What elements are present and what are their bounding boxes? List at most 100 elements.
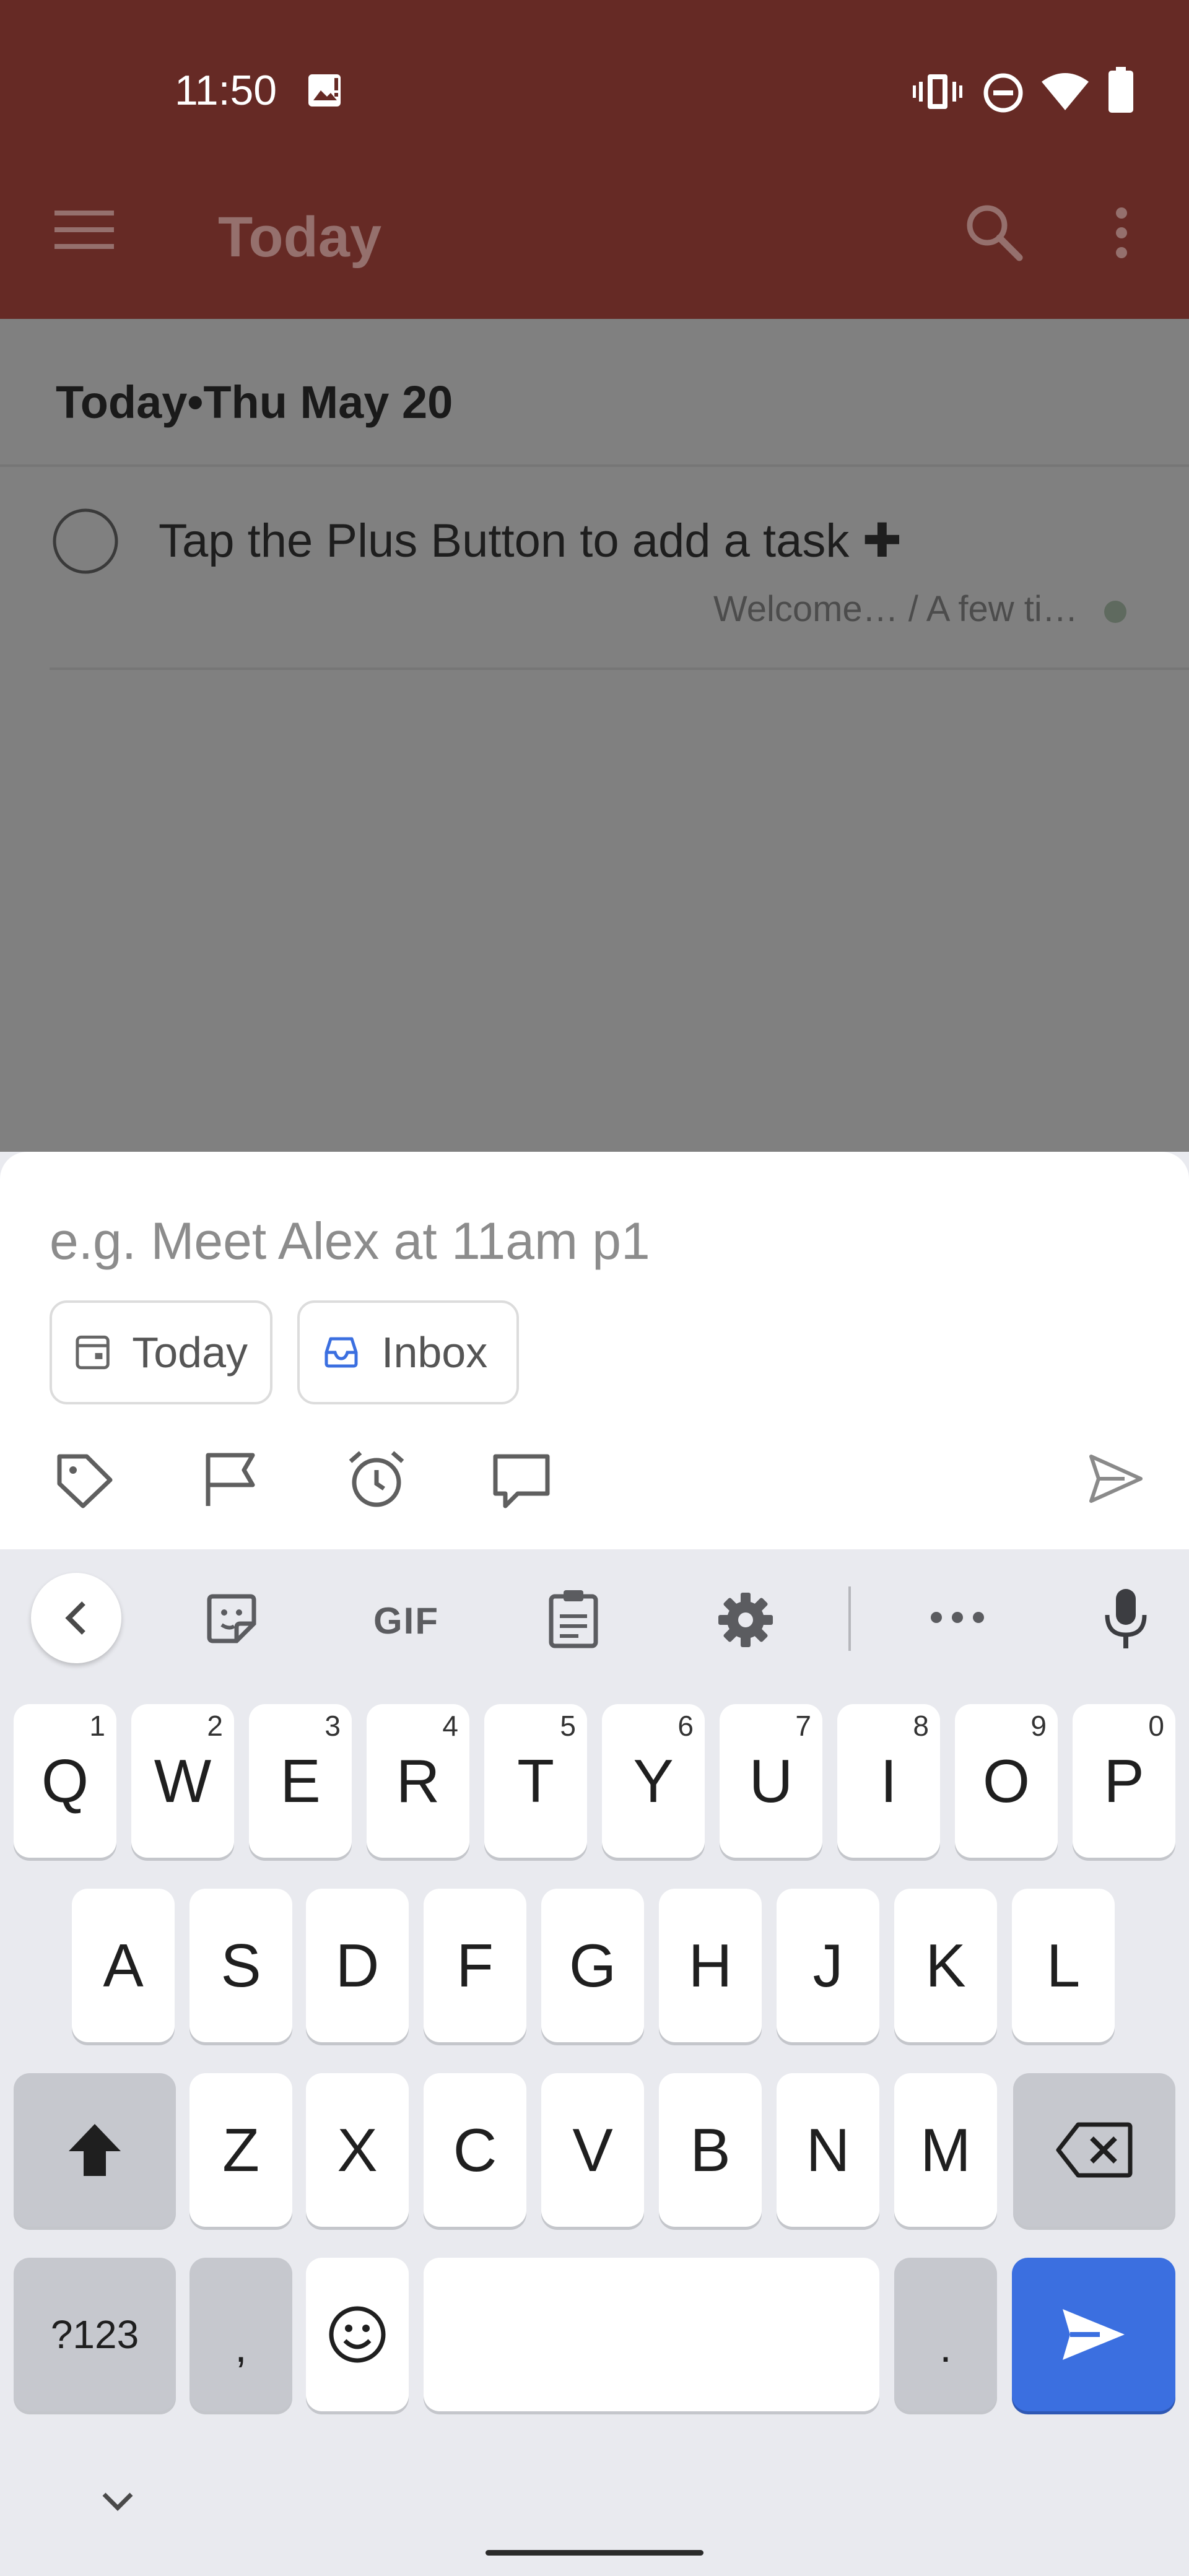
key-label: C [453, 2115, 497, 2184]
key-l[interactable]: L [1012, 1889, 1115, 2042]
key-c[interactable]: C [424, 2073, 526, 2227]
key-b[interactable]: B [659, 2073, 762, 2227]
key-s[interactable]: S [189, 1889, 292, 2042]
key-z[interactable]: Z [189, 2073, 292, 2227]
key-label: L [1046, 1931, 1081, 1999]
key-label: I [880, 1746, 897, 1815]
key-label: Y [633, 1746, 674, 1815]
key-number-hint: 7 [795, 1710, 811, 1742]
key-u[interactable]: U7 [720, 1704, 822, 1858]
symbols-key[interactable]: ?123 [14, 2258, 176, 2411]
chevron-left-icon [65, 1601, 85, 1635]
reminder-alarm-icon[interactable] [344, 1448, 409, 1512]
battery-icon [1107, 67, 1135, 114]
emoji-key[interactable] [306, 2258, 409, 2411]
key-w[interactable]: W2 [131, 1704, 234, 1858]
key-p[interactable]: P0 [1073, 1704, 1175, 1858]
key-label: K [925, 1931, 966, 1999]
symbols-key-label: ?123 [50, 2312, 139, 2357]
gif-button[interactable]: GIF [363, 1599, 450, 1642]
due-date-label: Today [132, 1328, 248, 1377]
spacebar-key[interactable] [424, 2258, 879, 2411]
gesture-nav-handle[interactable] [486, 2550, 703, 2556]
label-icon[interactable] [53, 1450, 115, 1512]
key-d[interactable]: D [306, 1889, 409, 2042]
key-i[interactable]: I8 [837, 1704, 940, 1858]
period-key[interactable]: . [894, 2258, 997, 2411]
more-options-icon[interactable] [1112, 207, 1131, 259]
key-number-hint: 0 [1148, 1710, 1164, 1742]
clipboard-icon[interactable] [547, 1589, 599, 1648]
keyboard-back-button[interactable] [31, 1573, 121, 1663]
task-checkbox[interactable] [51, 507, 120, 576]
key-label: E [280, 1746, 321, 1815]
key-t[interactable]: T5 [484, 1704, 587, 1858]
key-h[interactable]: H [659, 1889, 762, 2042]
shift-arrow-icon [69, 2124, 121, 2176]
search-icon[interactable] [964, 202, 1023, 261]
project-color-dot [1104, 600, 1126, 623]
priority-flag-icon[interactable] [199, 1449, 261, 1511]
key-label: M [920, 2115, 971, 2184]
task-list-scrim[interactable] [0, 319, 1189, 1152]
key-g[interactable]: G [541, 1889, 644, 2042]
key-k[interactable]: K [894, 1889, 997, 2042]
settings-gear-icon[interactable] [717, 1591, 774, 1648]
task-name-input[interactable] [50, 1204, 1040, 1278]
key-label: U [749, 1746, 793, 1815]
wifi-icon [1040, 72, 1090, 111]
comment-icon[interactable] [490, 1450, 552, 1512]
due-date-chip[interactable]: Today [50, 1300, 272, 1404]
key-label: A [103, 1931, 144, 1999]
key-number-hint: 3 [324, 1710, 341, 1742]
toolbar-divider [848, 1586, 851, 1651]
key-label: H [688, 1931, 733, 1999]
key-label: T [517, 1746, 554, 1815]
shift-key[interactable] [14, 2073, 176, 2227]
key-label: G [568, 1931, 617, 1999]
divider [0, 464, 1189, 467]
key-number-hint: 8 [913, 1710, 929, 1742]
key-label: R [396, 1746, 440, 1815]
hide-keyboard-chevron-icon[interactable] [100, 2491, 135, 2513]
key-number-hint: 1 [89, 1710, 105, 1742]
status-time: 11:50 [175, 67, 277, 114]
key-label: S [220, 1931, 261, 1999]
key-r[interactable]: R4 [367, 1704, 469, 1858]
key-v[interactable]: V [541, 2073, 644, 2227]
period-key-label: . [939, 2323, 952, 2371]
backspace-key[interactable] [1013, 2073, 1175, 2227]
key-label: D [335, 1931, 380, 1999]
key-number-hint: 5 [560, 1710, 576, 1742]
key-y[interactable]: Y6 [602, 1704, 705, 1858]
key-m[interactable]: M [894, 2073, 997, 2227]
do-not-disturb-icon [982, 72, 1024, 114]
key-label: W [154, 1746, 212, 1815]
enter-send-key[interactable] [1012, 2258, 1175, 2411]
key-label: Q [41, 1746, 89, 1815]
key-x[interactable]: X [306, 2073, 409, 2227]
key-label: Z [222, 2115, 259, 2184]
task-title[interactable]: Tap the Plus Button to add a task ✚ [159, 509, 902, 573]
project-chip[interactable]: Inbox [297, 1300, 519, 1404]
gif-label: GIF [373, 1599, 439, 1642]
send-icon[interactable] [1087, 1453, 1144, 1505]
key-e[interactable]: E3 [249, 1704, 352, 1858]
key-number-hint: 9 [1030, 1710, 1047, 1742]
microphone-icon[interactable] [1104, 1586, 1148, 1651]
key-f[interactable]: F [424, 1889, 526, 2042]
key-label: J [812, 1931, 843, 1999]
section-header: Today•Thu May 20 [56, 376, 453, 428]
key-q[interactable]: Q1 [14, 1704, 116, 1858]
app-bar [0, 0, 1189, 319]
key-j[interactable]: J [777, 1889, 879, 2042]
comma-key[interactable]: , [189, 2258, 292, 2411]
menu-icon[interactable] [54, 208, 114, 251]
more-horizontal-icon[interactable] [929, 1610, 986, 1625]
sticker-icon[interactable] [204, 1591, 259, 1646]
keyboard [0, 1549, 1189, 2576]
key-o[interactable]: O9 [955, 1704, 1058, 1858]
key-n[interactable]: N [777, 2073, 879, 2227]
key-a[interactable]: A [72, 1889, 175, 2042]
backspace-icon [1056, 2122, 1133, 2178]
